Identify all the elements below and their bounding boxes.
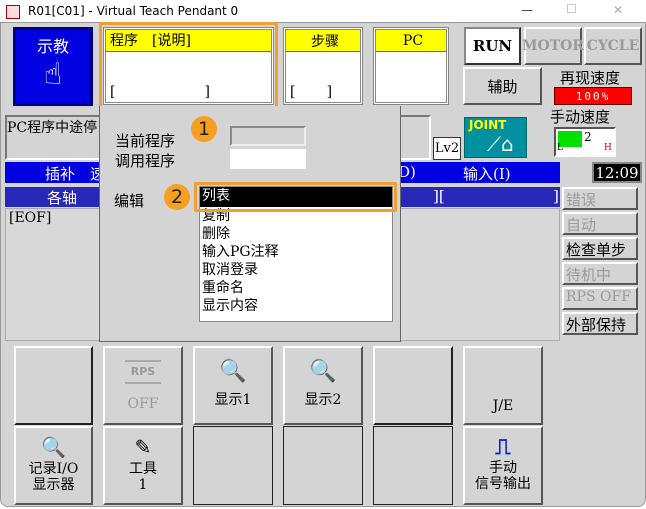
log-io-monitor-button[interactable]: 🔍 记录I/O 显示器 bbox=[14, 426, 93, 505]
log-io-label-2: 显示器 bbox=[32, 476, 75, 493]
current-program-field[interactable] bbox=[230, 126, 306, 146]
replay-speed-value[interactable]: 100% bbox=[554, 87, 632, 105]
log-magnifier-icon: 🔍 bbox=[41, 434, 66, 459]
menu-item-delete[interactable]: 删除 bbox=[200, 225, 392, 243]
replay-speed-label: 再现速度 bbox=[560, 69, 621, 87]
tool-label-2: 1 bbox=[138, 476, 148, 493]
status-error[interactable]: 错误 bbox=[562, 187, 638, 210]
manual-speed-low: L bbox=[557, 143, 563, 153]
clock: 12:09 bbox=[592, 162, 642, 183]
axes-label: 各轴 bbox=[47, 189, 78, 207]
rps-off-button[interactable]: RPS OFF bbox=[103, 346, 183, 425]
interp-label: 插补 速 bbox=[45, 165, 106, 183]
window-title: R01[C01] - Virtual Teach Pendant 0 bbox=[28, 4, 239, 18]
manual-speed-value: 2 bbox=[584, 130, 592, 144]
joint-label: JOINT bbox=[469, 118, 507, 132]
status-rps-off[interactable]: RPS OFF bbox=[562, 287, 638, 310]
tool-button[interactable]: ✎ 工具 1 bbox=[103, 426, 183, 505]
display2-button[interactable]: 🔍 显示2 bbox=[283, 346, 363, 425]
manual-signal-output-button[interactable]: ⎍ 手动 信号输出 bbox=[463, 426, 543, 505]
manual-speed-label: 手动速度 bbox=[550, 108, 611, 126]
list-highlight bbox=[194, 182, 397, 212]
f11-button[interactable] bbox=[373, 426, 453, 505]
level-indicator: Lv2 bbox=[433, 137, 461, 160]
axes-bracket-open: ][ bbox=[433, 187, 445, 205]
maximize-button[interactable]: ☐ bbox=[566, 2, 577, 16]
status-check-step[interactable]: 检查单步 bbox=[562, 237, 638, 260]
f1-button[interactable] bbox=[14, 346, 93, 425]
pulse-signal-icon: ⎍ bbox=[495, 434, 511, 460]
menu-item-pg-comment[interactable]: 输入PG注释 bbox=[200, 243, 392, 261]
f9-button[interactable] bbox=[193, 426, 273, 505]
rps-icon: RPS bbox=[124, 359, 162, 384]
program-box[interactable]: 程序 [说明] [ ] bbox=[103, 27, 274, 105]
app-icon bbox=[6, 5, 20, 19]
log-io-label-1: 记录I/O bbox=[28, 460, 79, 477]
joint-mode-button[interactable]: JOINT ⟋⌂ bbox=[464, 117, 527, 158]
manual-speed-high: H bbox=[604, 143, 612, 153]
menu-item-rename[interactable]: 重命名 bbox=[200, 279, 392, 297]
f5-button[interactable] bbox=[373, 346, 453, 425]
manual-output-label-1: 手动 bbox=[489, 459, 517, 476]
axes-bracket-close: ] bbox=[553, 187, 559, 205]
call-program-field[interactable] bbox=[230, 149, 306, 169]
display1-label: 显示1 bbox=[214, 391, 252, 408]
cycle-button[interactable]: CYCLE bbox=[584, 27, 642, 65]
je-button[interactable]: J/E bbox=[463, 346, 543, 425]
rps-off-label: OFF bbox=[127, 395, 159, 412]
menu-item-show-content[interactable]: 显示内容 bbox=[200, 297, 392, 315]
close-button[interactable]: ✕ bbox=[613, 3, 623, 17]
menu-item-unregister[interactable]: 取消登录 bbox=[200, 261, 392, 279]
pc-box[interactable]: PC bbox=[373, 27, 449, 105]
hand-pointer-icon: ☝ bbox=[43, 57, 63, 92]
aux-button[interactable]: 辅助 bbox=[463, 67, 542, 105]
call-program-label: 调用程序 bbox=[115, 152, 176, 170]
manual-speed-gauge[interactable]: 2 L H bbox=[554, 127, 616, 157]
magnifier-document-icon: 🔍 bbox=[219, 358, 247, 384]
magnifier-document-icon: 🔍 bbox=[309, 358, 337, 384]
robot-arm-icon: ⟋⌂ bbox=[487, 132, 514, 156]
status-auto[interactable]: 自动 bbox=[562, 212, 638, 235]
manual-output-label-2: 信号输出 bbox=[475, 475, 531, 492]
f10-button[interactable] bbox=[283, 426, 363, 505]
program-header: 程序 [说明] bbox=[106, 30, 271, 52]
step-marker-1: 1 bbox=[191, 116, 217, 142]
program-popup: 当前程序 调用程序 编辑 1 2 列表 复制 删除 输入PG注释 取消登录 重命… bbox=[99, 106, 401, 342]
teach-button[interactable]: 示教 ☝ bbox=[13, 27, 93, 106]
motor-button[interactable]: MOTOR bbox=[522, 27, 584, 65]
input-label: 输入(I) bbox=[463, 165, 511, 183]
pc-status-text: PC程序中途停 bbox=[7, 120, 98, 136]
step-box[interactable]: 步骤 [ ] bbox=[283, 27, 363, 105]
display2-label: 显示2 bbox=[304, 391, 342, 408]
pc-header: PC bbox=[376, 30, 446, 52]
status-external-hold[interactable]: 外部保持 bbox=[562, 312, 638, 335]
tool-label-1: 工具 bbox=[129, 460, 157, 477]
step-bracket: [ ] bbox=[290, 84, 333, 100]
run-button[interactable]: RUN bbox=[464, 27, 521, 65]
program-bracket: [ ] bbox=[110, 84, 210, 100]
step-marker-2: 2 bbox=[164, 184, 190, 210]
title-bar: R01[C01] - Virtual Teach Pendant 0 — ☐ ✕ bbox=[0, 0, 646, 24]
eof-marker: [EOF] bbox=[9, 210, 52, 226]
tool-plug-icon: ✎ bbox=[134, 434, 152, 459]
edit-label: 编辑 bbox=[114, 192, 145, 210]
status-standby[interactable]: 待机中 bbox=[562, 262, 638, 285]
display1-button[interactable]: 🔍 显示1 bbox=[193, 346, 273, 425]
step-header: 步骤 bbox=[286, 30, 360, 52]
current-program-label: 当前程序 bbox=[115, 132, 176, 150]
status-column: 错误 自动 检查单步 待机中 RPS OFF 外部保持 bbox=[562, 187, 638, 335]
teach-label: 示教 bbox=[36, 37, 69, 56]
minimize-button[interactable]: — bbox=[521, 3, 533, 17]
